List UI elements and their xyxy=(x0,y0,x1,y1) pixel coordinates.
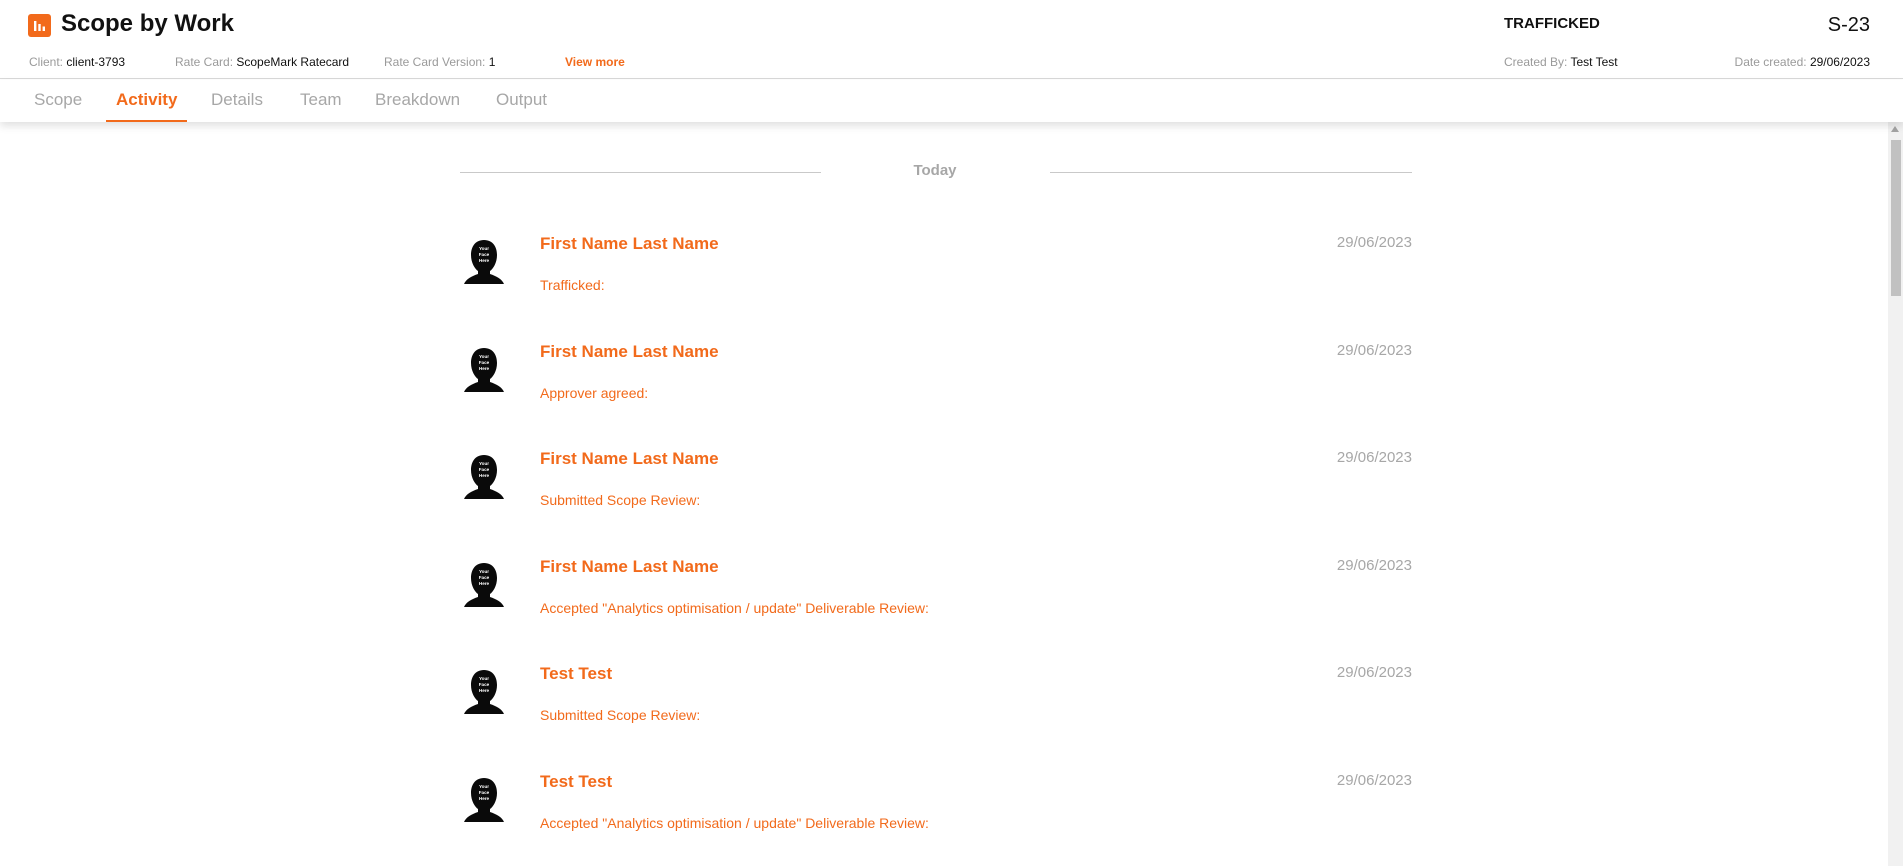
activity-entry-1: Your Face Here First Name Last Name 29/0… xyxy=(460,222,1412,322)
activity-date: 29/06/2023 xyxy=(1336,449,1412,466)
activity-user-name: First Name Last Name xyxy=(540,449,719,468)
rate-card-label: Rate Card: xyxy=(175,55,234,69)
page-header: Scope by Work Client: client-3793 Rate C… xyxy=(0,0,1903,79)
activity-date: 29/06/2023 xyxy=(1336,771,1412,789)
tab-breakdown[interactable]: Breakdown xyxy=(375,90,460,110)
avatar-placeholder-icon: Your Face Here xyxy=(464,240,504,284)
activity-message: Submitted Scope Review: xyxy=(540,707,701,723)
svg-text:Here: Here xyxy=(479,366,490,371)
avatar-placeholder-icon: Your Face Here xyxy=(464,562,504,607)
activity-user-name: First Name Last Name xyxy=(540,234,719,253)
avatar-placeholder-icon: Your Face Here xyxy=(464,670,504,714)
tab-team[interactable]: Team xyxy=(300,90,342,110)
activity-entry-5: Your Face Here Test Test 29/06/2023 Subm… xyxy=(460,652,1412,752)
activity-user-name: First Name Last Name xyxy=(540,556,719,576)
date-created-label: Date created: xyxy=(1734,55,1807,69)
activity-date: 29/06/2023 xyxy=(1336,341,1412,359)
svg-text:Here: Here xyxy=(479,688,490,693)
activity-message: Approver agreed: xyxy=(540,384,649,401)
svg-text:Here: Here xyxy=(479,258,490,263)
activity-feed: Today Your Face Here First Name Last Nam… xyxy=(0,122,1888,866)
client-label: Client: xyxy=(29,55,64,69)
page-title: Scope by Work xyxy=(61,10,234,37)
svg-text:Your: Your xyxy=(479,461,489,466)
avatar-placeholder-icon: Your Face Here xyxy=(464,455,504,499)
divider-left xyxy=(460,172,821,173)
activity-user-name: First Name Last Name xyxy=(540,341,719,361)
svg-text:Face: Face xyxy=(479,575,490,580)
activity-message: Submitted Scope Review: xyxy=(540,492,701,508)
svg-text:Face: Face xyxy=(479,682,490,687)
created-by-value: Test Test xyxy=(1570,55,1618,69)
activity-date: 29/06/2023 xyxy=(1336,664,1412,681)
tab-details[interactable]: Details xyxy=(211,90,263,110)
tab-activity[interactable]: Activity xyxy=(116,90,177,110)
scroll-up-icon[interactable] xyxy=(1891,126,1899,132)
svg-text:Here: Here xyxy=(479,473,490,478)
svg-text:Face: Face xyxy=(479,790,490,795)
avatar-placeholder-icon: Your Face Here xyxy=(464,777,504,822)
svg-text:Your: Your xyxy=(479,246,489,251)
rate-card-version-label: Rate Card Version: xyxy=(384,55,486,69)
svg-text:Your: Your xyxy=(479,676,489,681)
client-info: Client: client-3793 xyxy=(29,55,125,69)
rate-card-value: ScopeMark Ratecard xyxy=(236,55,350,69)
rate-card-version-value: 1 xyxy=(488,55,496,69)
rate-card-version-info: Rate Card Version: 1 xyxy=(384,55,495,69)
date-group-label: Today xyxy=(913,162,957,179)
date-created-value: 29/06/2023 xyxy=(1809,55,1870,69)
svg-text:Face: Face xyxy=(479,360,490,365)
activity-user-name: Test Test xyxy=(540,664,613,683)
view-more-link[interactable]: View more xyxy=(565,55,625,69)
activity-message: Accepted "Analytics optimisation / updat… xyxy=(540,814,929,831)
active-tab-indicator xyxy=(106,120,187,122)
vertical-scrollbar[interactable] xyxy=(1888,122,1903,866)
svg-text:Your: Your xyxy=(479,569,489,574)
scope-id: S-23 xyxy=(1827,14,1870,36)
tab-output[interactable]: Output xyxy=(496,90,547,110)
created-by-info: Created By: Test Test xyxy=(1504,55,1618,69)
rate-card-info: Rate Card: ScopeMark Ratecard xyxy=(175,55,349,69)
svg-text:Here: Here xyxy=(479,796,490,801)
status-badge: TRAFFICKED xyxy=(1504,15,1600,32)
client-value: client-3793 xyxy=(66,55,126,69)
svg-text:Your: Your xyxy=(479,354,489,359)
activity-entry-6: Your Face Here Test Test 29/06/2023 Acce… xyxy=(460,760,1412,860)
activity-message: Accepted "Analytics optimisation / updat… xyxy=(540,599,929,616)
created-by-label: Created By: xyxy=(1504,55,1568,69)
tab-bar: Scope Activity Details Team Breakdown Ou… xyxy=(0,80,1903,122)
activity-entry-3: Your Face Here First Name Last Name 29/0… xyxy=(460,437,1412,537)
divider-right xyxy=(1050,172,1412,173)
activity-entry-2: Your Face Here First Name Last Name 29/0… xyxy=(460,330,1412,430)
bar-chart-icon xyxy=(28,14,51,37)
scrollbar-thumb[interactable] xyxy=(1891,140,1901,296)
svg-text:Here: Here xyxy=(479,581,490,586)
svg-text:Face: Face xyxy=(479,467,490,472)
activity-user-name: Test Test xyxy=(540,771,613,791)
date-created-info: Date created: 29/06/2023 xyxy=(1735,55,1870,69)
activity-entry-4: Your Face Here First Name Last Name 29/0… xyxy=(460,545,1412,645)
svg-text:Your: Your xyxy=(479,784,489,789)
activity-date: 29/06/2023 xyxy=(1336,234,1412,251)
svg-text:Face: Face xyxy=(479,252,490,257)
activity-date: 29/06/2023 xyxy=(1336,556,1412,574)
avatar-placeholder-icon: Your Face Here xyxy=(464,347,504,392)
tab-scope[interactable]: Scope xyxy=(34,90,82,110)
activity-message: Trafficked: xyxy=(540,277,605,293)
